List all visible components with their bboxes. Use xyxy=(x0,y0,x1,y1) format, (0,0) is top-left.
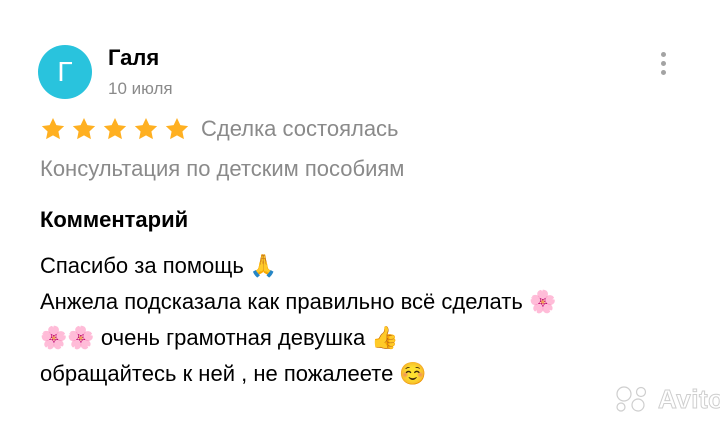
more-options-button[interactable] xyxy=(650,48,676,78)
deal-status: Сделка состоялась xyxy=(201,116,399,141)
comment-line: Спасибо за помощь 🙏 xyxy=(40,253,278,278)
comment-line: 🌸🌸 очень грамотная девушка 👍 xyxy=(40,325,399,350)
star-icon xyxy=(103,117,127,140)
vertical-dots-icon-dot xyxy=(660,69,666,75)
star-icon xyxy=(41,117,65,140)
avito-dots-icon xyxy=(616,386,647,412)
vertical-dots-icon-dot xyxy=(660,60,666,66)
review-date: 10 июля xyxy=(108,79,173,98)
watermark-text: Avito xyxy=(658,383,720,414)
star-rating xyxy=(40,116,190,142)
review-card: Г Галя 10 июля Сделка состоялась Консуль… xyxy=(0,0,720,423)
comment-text: Спасибо за помощь 🙏 Анжела подсказала ка… xyxy=(40,248,556,392)
star-icon xyxy=(165,117,189,140)
avatar[interactable]: Г xyxy=(38,45,92,99)
comment-heading: Комментарий xyxy=(40,207,189,232)
item-title[interactable]: Консультация по детским пособиям xyxy=(40,154,404,184)
vertical-dots-icon xyxy=(660,51,666,57)
star-icon xyxy=(134,117,158,140)
comment-line: обращайтесь к ней , не пожалеете ☺️ xyxy=(40,361,427,386)
comment-line: Анжела подсказала как правильно всё сдел… xyxy=(40,289,557,314)
avito-watermark: Avito xyxy=(612,383,720,415)
rating-row: Сделка состоялась xyxy=(40,114,399,144)
star-icon xyxy=(72,117,96,140)
author-name[interactable]: Галя xyxy=(108,44,159,72)
